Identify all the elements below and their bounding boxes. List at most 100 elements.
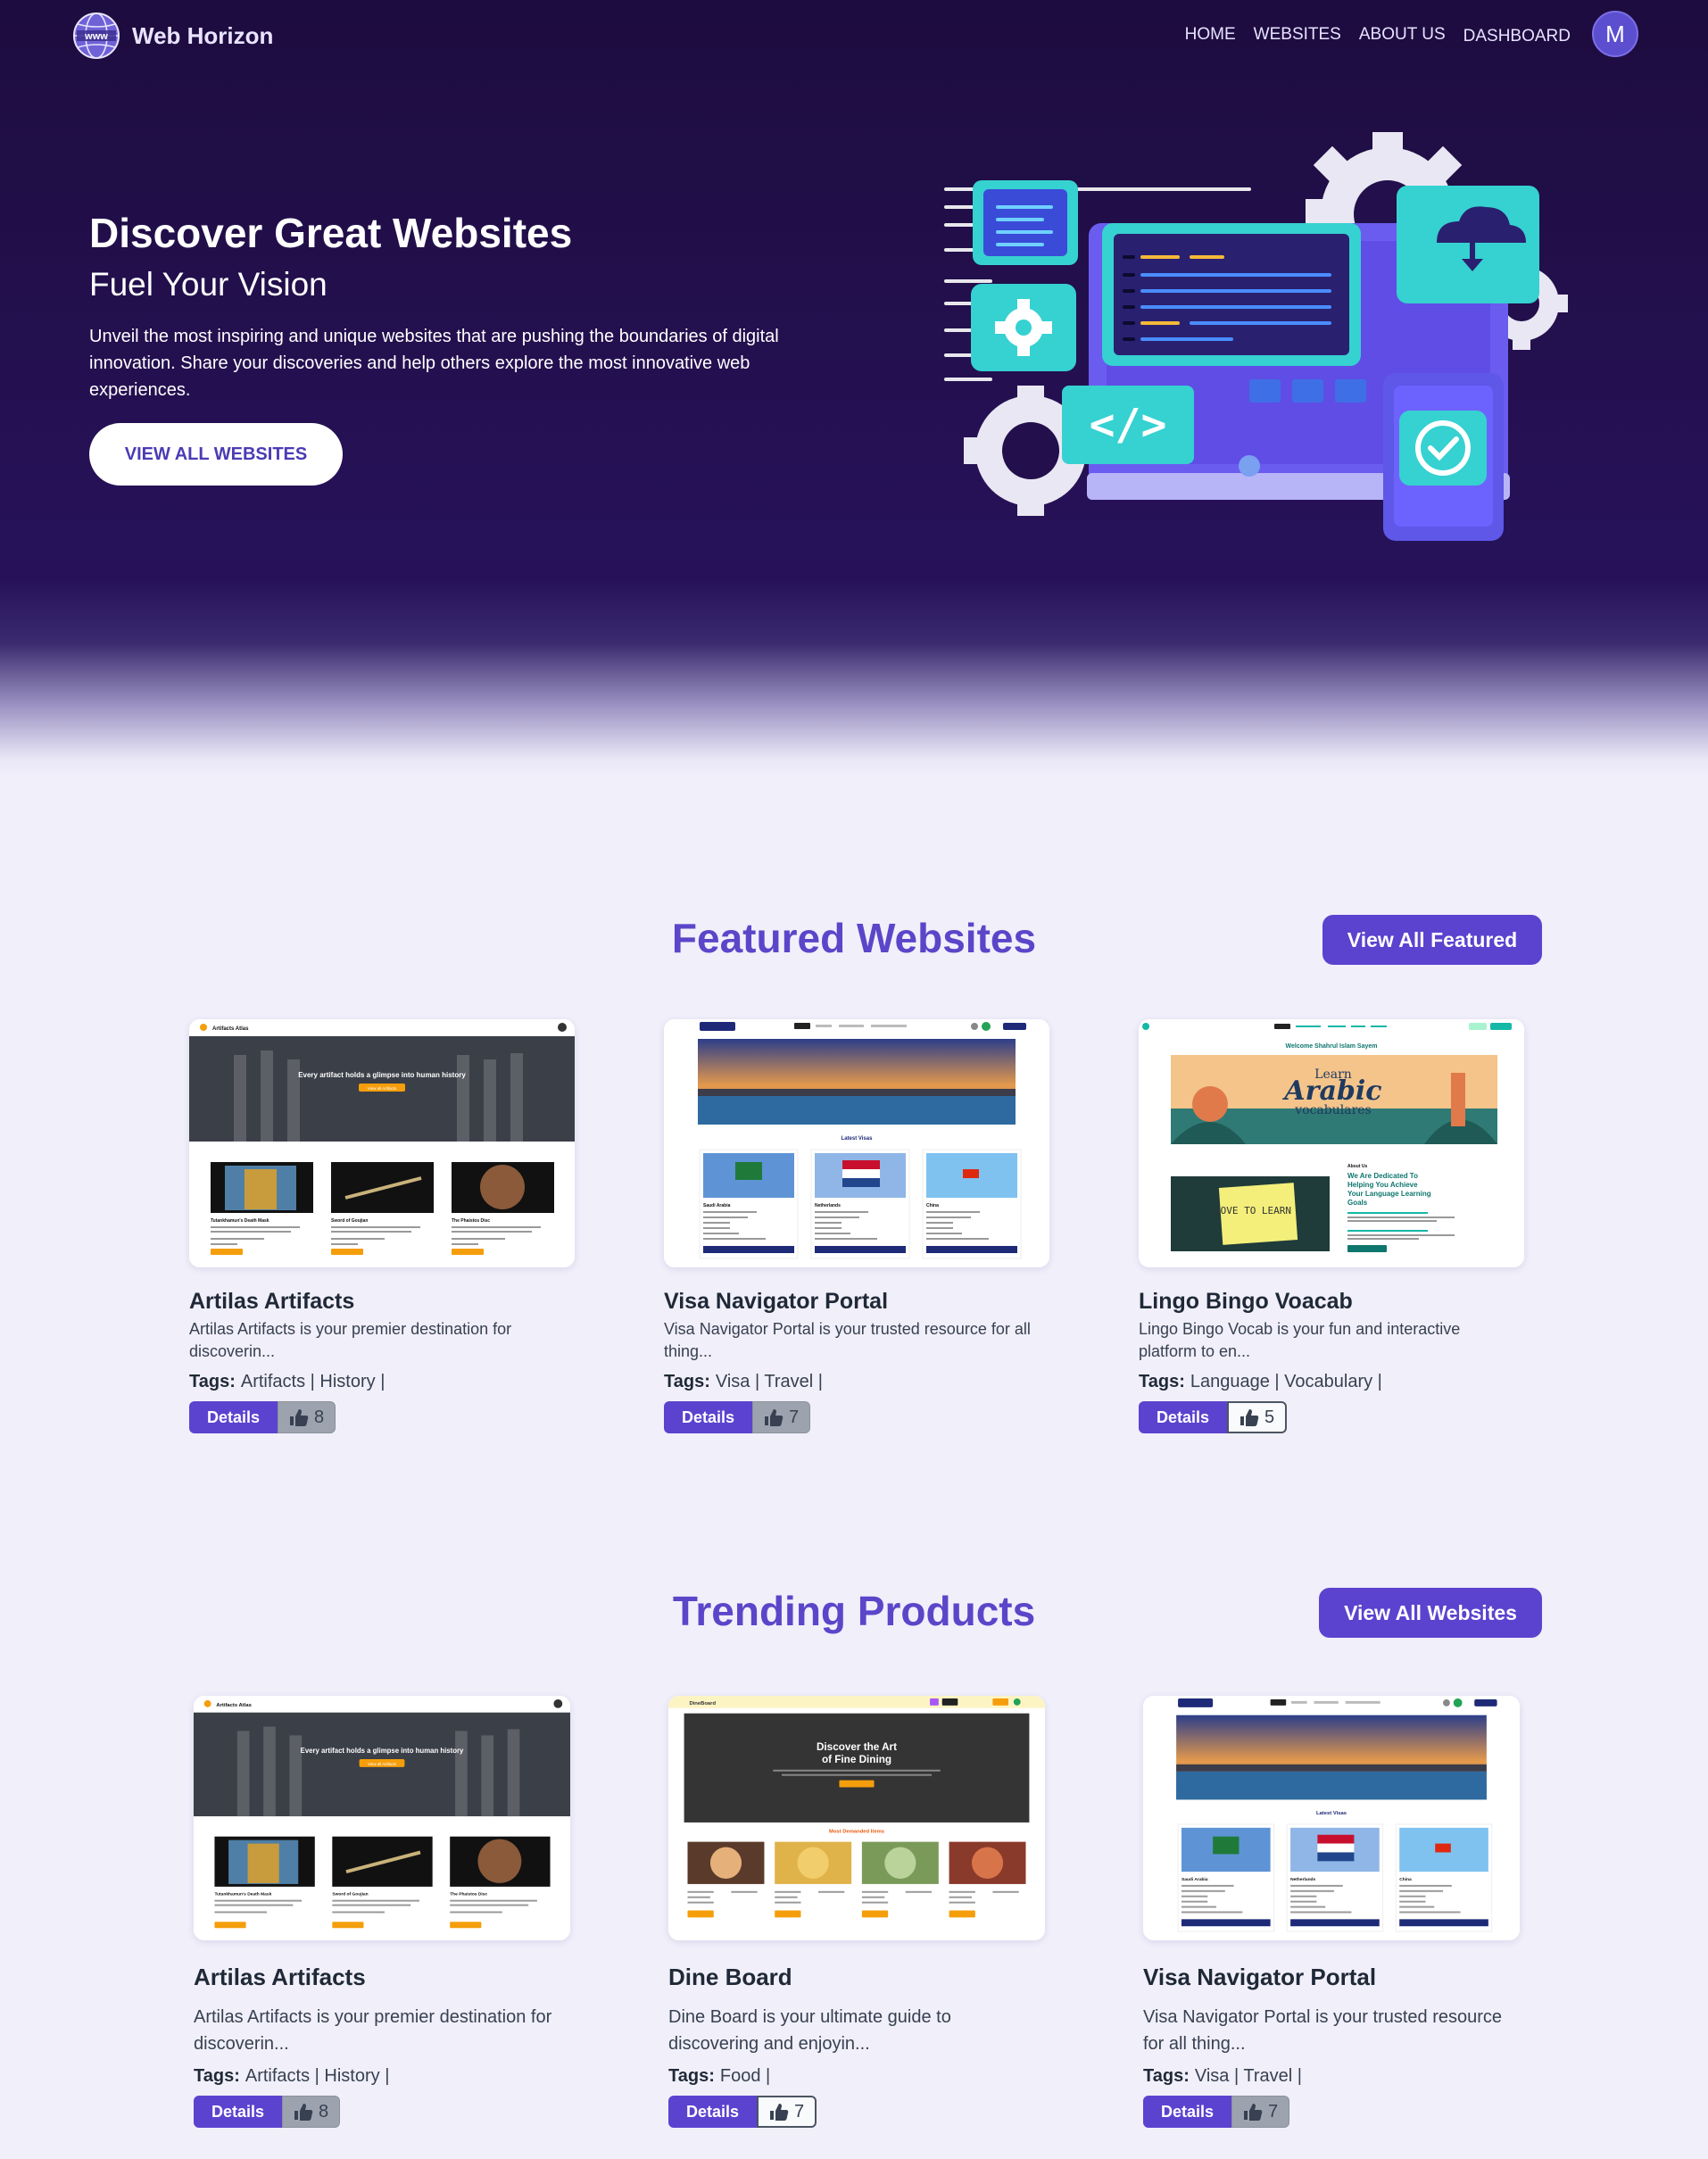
svg-text:Welcome Shahrul Islam Sayem: Welcome Shahrul Islam Sayem bbox=[1286, 1043, 1378, 1050]
like-button[interactable]: 7 bbox=[752, 1401, 811, 1433]
thumbs-up-icon bbox=[1244, 2104, 1263, 2121]
thumbs-up-icon bbox=[1240, 1409, 1259, 1426]
user-avatar[interactable]: M bbox=[1592, 11, 1638, 57]
card-description: Visa Navigator Portal is your trusted re… bbox=[1143, 2007, 1503, 2054]
like-button[interactable]: 8 bbox=[282, 2096, 341, 2128]
svg-text:Latest Visas: Latest Visas bbox=[842, 1136, 874, 1142]
thumbs-up-icon bbox=[290, 1409, 309, 1426]
trending-card: Artifacts Atlas Every artifact holds a g… bbox=[194, 1696, 579, 2128]
tags-label: Tags: bbox=[1139, 1372, 1185, 1391]
featured-card: Latest Visas Saudi Arabia Netherlands Ch… bbox=[664, 1019, 1049, 1433]
svg-text:LOVE TO LEARN: LOVE TO LEARN bbox=[1215, 1205, 1291, 1217]
svg-text:Tutankhamun's Death Mask: Tutankhamun's Death Mask bbox=[211, 1218, 269, 1224]
trending-card: DineBoard Discover the Art of Fine Dinin… bbox=[668, 1696, 1054, 2128]
view-all-featured-button[interactable]: View All Featured bbox=[1322, 915, 1542, 965]
brand[interactable]: www Web Horizon bbox=[71, 11, 273, 61]
site-thumbnail[interactable]: Latest Visas Saudi Arabia Netherlands Ch… bbox=[1143, 1696, 1520, 1940]
svg-text:Tutankhamun's Death Mask: Tutankhamun's Death Mask bbox=[214, 1892, 271, 1897]
details-button[interactable]: Details bbox=[194, 2096, 283, 2128]
tags-value: Artifacts | History | bbox=[245, 2066, 390, 2086]
tags-value: Visa | Travel | bbox=[715, 1372, 823, 1391]
brand-name: Web Horizon bbox=[132, 21, 274, 49]
visa-thumbnail: Latest Visas Saudi Arabia Netherlands Ch… bbox=[664, 1019, 1049, 1267]
tags-label: Tags: bbox=[664, 1372, 710, 1391]
svg-text:Saudi Arabia: Saudi Arabia bbox=[703, 1203, 731, 1208]
featured-card: Welcome Shahrul Islam Sayem Learn Arabic… bbox=[1139, 1019, 1524, 1433]
tags-value: Language | Vocabulary | bbox=[1190, 1372, 1382, 1391]
svg-text:Netherlands: Netherlands bbox=[1290, 1877, 1315, 1882]
card-tags: Tags: Visa | Travel | bbox=[664, 1372, 1049, 1392]
details-button[interactable]: Details bbox=[1139, 1401, 1228, 1433]
svg-text:Sword of Goujian: Sword of Goujian bbox=[332, 1892, 368, 1897]
card-title[interactable]: Dine Board bbox=[668, 1964, 1054, 1991]
card-title[interactable]: Artilas Artifacts bbox=[194, 1964, 579, 1991]
view-all-websites-section-button[interactable]: View All Websites bbox=[1319, 1588, 1542, 1638]
like-count: 7 bbox=[789, 1407, 800, 1427]
card-title[interactable]: Artilas Artifacts bbox=[189, 1289, 575, 1315]
like-button[interactable]: 8 bbox=[278, 1401, 336, 1433]
hero-title: Discover Great Websites bbox=[89, 210, 573, 256]
hero-section: www Web Horizon HOME WEBSITES ABOUT US D… bbox=[0, 0, 1708, 776]
svg-text:Discover the Art: Discover the Art bbox=[817, 1741, 897, 1753]
dine-thumbnail: DineBoard Discover the Art of Fine Dinin… bbox=[668, 1696, 1045, 1940]
svg-text:We Are Dedicated To: We Are Dedicated To bbox=[1347, 1172, 1418, 1180]
artifacts-thumbnail: Artifacts Atlas Every artifact holds a g… bbox=[189, 1019, 575, 1267]
nav-links: HOME WEBSITES ABOUT US DASHBOARD bbox=[1185, 25, 1571, 46]
code-tag-icon: </> bbox=[1090, 400, 1167, 450]
like-button[interactable]: 5 bbox=[1227, 1401, 1288, 1433]
details-button[interactable]: Details bbox=[189, 1401, 278, 1433]
nav-link-dashboard[interactable]: DASHBOARD bbox=[1463, 27, 1571, 46]
site-thumbnail[interactable]: Welcome Shahrul Islam Sayem Learn Arabic… bbox=[1139, 1019, 1524, 1267]
svg-text:The Phaistos Disc: The Phaistos Disc bbox=[450, 1892, 487, 1897]
details-button[interactable]: Details bbox=[668, 2096, 758, 2128]
site-thumbnail[interactable]: Artifacts Atlas Every artifact holds a g… bbox=[189, 1019, 575, 1267]
card-description: Visa Navigator Portal is your trusted re… bbox=[664, 1320, 1031, 1360]
svg-text:Artifacts Atlas: Artifacts Atlas bbox=[216, 1703, 252, 1708]
site-thumbnail[interactable]: Artifacts Atlas Every artifact holds a g… bbox=[194, 1696, 570, 1940]
site-thumbnail[interactable]: Latest Visas Saudi Arabia Netherlands Ch… bbox=[664, 1019, 1049, 1267]
nav-link-about-us[interactable]: ABOUT US bbox=[1359, 25, 1446, 46]
details-button[interactable]: Details bbox=[1143, 2096, 1232, 2128]
svg-text:Every artifact holds a glimpse: Every artifact holds a glimpse into huma… bbox=[298, 1071, 466, 1079]
nav-link-websites[interactable]: WEBSITES bbox=[1254, 25, 1341, 46]
svg-text:of Fine Dining: of Fine Dining bbox=[822, 1754, 891, 1765]
svg-text:vocabulares: vocabulares bbox=[1294, 1103, 1372, 1117]
svg-text:www: www bbox=[84, 31, 108, 42]
card-title[interactable]: Lingo Bingo Voacab bbox=[1139, 1289, 1524, 1315]
like-count: 8 bbox=[319, 2101, 329, 2122]
site-thumbnail[interactable]: DineBoard Discover the Art of Fine Dinin… bbox=[668, 1696, 1045, 1940]
card-actions: Details 8 bbox=[194, 2096, 579, 2128]
visa-thumbnail: Latest Visas Saudi Arabia Netherlands Ch… bbox=[1143, 1696, 1520, 1940]
card-actions: Details 7 bbox=[1143, 2096, 1529, 2128]
like-button[interactable]: 7 bbox=[757, 2096, 817, 2128]
view-all-websites-button[interactable]: VIEW ALL WEBSITES bbox=[89, 423, 343, 486]
artifacts-thumbnail: Artifacts Atlas Every artifact holds a g… bbox=[194, 1696, 570, 1940]
card-actions: Details 7 bbox=[664, 1401, 1049, 1433]
svg-text:Your Language Learning: Your Language Learning bbox=[1347, 1190, 1431, 1198]
details-button[interactable]: Details bbox=[664, 1401, 753, 1433]
svg-text:Latest Visas: Latest Visas bbox=[1316, 1811, 1347, 1816]
featured-card: Artifacts Atlas Every artifact holds a g… bbox=[189, 1019, 575, 1433]
card-title[interactable]: Visa Navigator Portal bbox=[664, 1289, 1049, 1315]
card-description: Artilas Artifacts is your premier destin… bbox=[189, 1320, 512, 1360]
top-navbar: www Web Horizon HOME WEBSITES ABOUT US D… bbox=[0, 0, 1708, 71]
card-actions: Details 7 bbox=[668, 2096, 1054, 2128]
thumbs-up-icon bbox=[765, 1409, 784, 1426]
tags-value: Food | bbox=[719, 2066, 771, 2086]
svg-text:China: China bbox=[1399, 1877, 1412, 1882]
nav-link-home[interactable]: HOME bbox=[1185, 25, 1236, 46]
tags-label: Tags: bbox=[189, 1372, 236, 1391]
card-description: Lingo Bingo Vocab is your fun and intera… bbox=[1139, 1320, 1461, 1360]
svg-text:Sword of Goujian: Sword of Goujian bbox=[331, 1218, 368, 1224]
svg-text:Helping You Achieve: Helping You Achieve bbox=[1347, 1181, 1418, 1189]
svg-text:View all Artifacts: View all Artifacts bbox=[368, 1762, 397, 1766]
svg-text:Goals: Goals bbox=[1347, 1199, 1368, 1207]
hero-illustration: </> bbox=[944, 132, 1568, 541]
card-actions: Details 8 bbox=[189, 1401, 575, 1433]
card-title[interactable]: Visa Navigator Portal bbox=[1143, 1964, 1529, 1991]
thumbs-up-icon bbox=[294, 2104, 313, 2121]
like-count: 5 bbox=[1264, 1407, 1275, 1427]
card-tags: Tags: Visa | Travel | bbox=[1143, 2066, 1529, 2087]
svg-text:Every artifact holds a glimpse: Every artifact holds a glimpse into huma… bbox=[301, 1747, 464, 1755]
like-button[interactable]: 7 bbox=[1231, 2096, 1290, 2128]
